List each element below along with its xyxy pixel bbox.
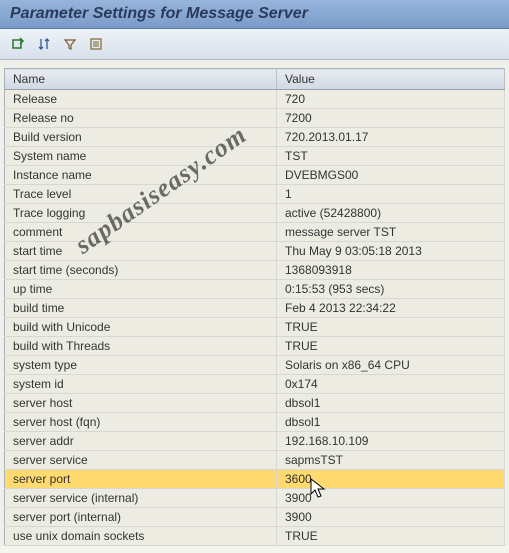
table-row[interactable]: System nameTST [5, 147, 505, 166]
cell-name: server port (internal) [5, 508, 277, 527]
table-row[interactable]: server servicesapmsTST [5, 451, 505, 470]
cell-value: Solaris on x86_64 CPU [277, 356, 505, 375]
refresh-icon[interactable] [8, 35, 28, 53]
cell-name: Trace level [5, 185, 277, 204]
cell-name: system id [5, 375, 277, 394]
table-row[interactable]: Trace level1 [5, 185, 505, 204]
cell-name: build with Threads [5, 337, 277, 356]
cell-name: Instance name [5, 166, 277, 185]
cell-name: Release [5, 90, 277, 109]
cell-value: 7200 [277, 109, 505, 128]
cell-value: 192.168.10.109 [277, 432, 505, 451]
cell-name: build time [5, 299, 277, 318]
cell-name: System name [5, 147, 277, 166]
table-row[interactable]: build with UnicodeTRUE [5, 318, 505, 337]
cell-name: up time [5, 280, 277, 299]
parameter-table: Name Value Release720Release no7200Build… [4, 68, 505, 546]
cell-value: 1368093918 [277, 261, 505, 280]
cell-value: DVEBMGS00 [277, 166, 505, 185]
cell-name: start time [5, 242, 277, 261]
table-row[interactable]: Release720 [5, 90, 505, 109]
table-row[interactable]: server service (internal)3900 [5, 489, 505, 508]
table-row[interactable]: system id0x174 [5, 375, 505, 394]
cell-name: server service [5, 451, 277, 470]
table-row[interactable]: Release no7200 [5, 109, 505, 128]
cell-value: 0:15:53 (953 secs) [277, 280, 505, 299]
page-title: Parameter Settings for Message Server [0, 1, 509, 27]
cell-name: Build version [5, 128, 277, 147]
title-bar: Parameter Settings for Message Server [0, 0, 509, 29]
cell-value: message server TST [277, 223, 505, 242]
table-row[interactable]: server host (fqn)dbsol1 [5, 413, 505, 432]
cell-value: TRUE [277, 527, 505, 546]
sort-icon[interactable] [34, 35, 54, 53]
cell-value: Thu May 9 03:05:18 2013 [277, 242, 505, 261]
table-row[interactable]: system typeSolaris on x86_64 CPU [5, 356, 505, 375]
table-area: Name Value Release720Release no7200Build… [0, 60, 509, 546]
cell-name: server port [5, 470, 277, 489]
cell-name: start time (seconds) [5, 261, 277, 280]
cell-value: dbsol1 [277, 394, 505, 413]
toolbar [0, 29, 509, 60]
table-row[interactable]: server port3600 [5, 470, 505, 489]
cell-name: server addr [5, 432, 277, 451]
table-row[interactable]: Trace loggingactive (52428800) [5, 204, 505, 223]
cell-value: sapmsTST [277, 451, 505, 470]
cell-value: 1 [277, 185, 505, 204]
cell-name: server host (fqn) [5, 413, 277, 432]
cell-name: comment [5, 223, 277, 242]
cell-value: active (52428800) [277, 204, 505, 223]
cell-name: Trace logging [5, 204, 277, 223]
table-row[interactable]: build with ThreadsTRUE [5, 337, 505, 356]
cell-value: 0x174 [277, 375, 505, 394]
cell-value: 720 [277, 90, 505, 109]
filter-icon[interactable] [60, 35, 80, 53]
cell-name: use unix domain sockets [5, 527, 277, 546]
cell-name: build with Unicode [5, 318, 277, 337]
cell-name: Release no [5, 109, 277, 128]
table-row[interactable]: start timeThu May 9 03:05:18 2013 [5, 242, 505, 261]
cell-name: server service (internal) [5, 489, 277, 508]
table-row[interactable]: server addr192.168.10.109 [5, 432, 505, 451]
cell-value: TRUE [277, 318, 505, 337]
table-row[interactable]: Build version720.2013.01.17 [5, 128, 505, 147]
table-row[interactable]: Instance nameDVEBMGS00 [5, 166, 505, 185]
table-row[interactable]: commentmessage server TST [5, 223, 505, 242]
table-row[interactable]: server port (internal)3900 [5, 508, 505, 527]
table-row[interactable]: use unix domain socketsTRUE [5, 527, 505, 546]
cell-value: 3600 [277, 470, 505, 489]
cell-value: 720.2013.01.17 [277, 128, 505, 147]
table-row[interactable]: up time0:15:53 (953 secs) [5, 280, 505, 299]
cell-value: TRUE [277, 337, 505, 356]
settings-icon[interactable] [86, 35, 106, 53]
cell-value: Feb 4 2013 22:34:22 [277, 299, 505, 318]
col-header-value[interactable]: Value [277, 69, 505, 90]
table-row[interactable]: start time (seconds)1368093918 [5, 261, 505, 280]
cell-name: system type [5, 356, 277, 375]
cell-value: TST [277, 147, 505, 166]
col-header-name[interactable]: Name [5, 69, 277, 90]
cell-value: 3900 [277, 489, 505, 508]
table-row[interactable]: server hostdbsol1 [5, 394, 505, 413]
table-row[interactable]: build timeFeb 4 2013 22:34:22 [5, 299, 505, 318]
cell-value: 3900 [277, 508, 505, 527]
cell-value: dbsol1 [277, 413, 505, 432]
cell-name: server host [5, 394, 277, 413]
